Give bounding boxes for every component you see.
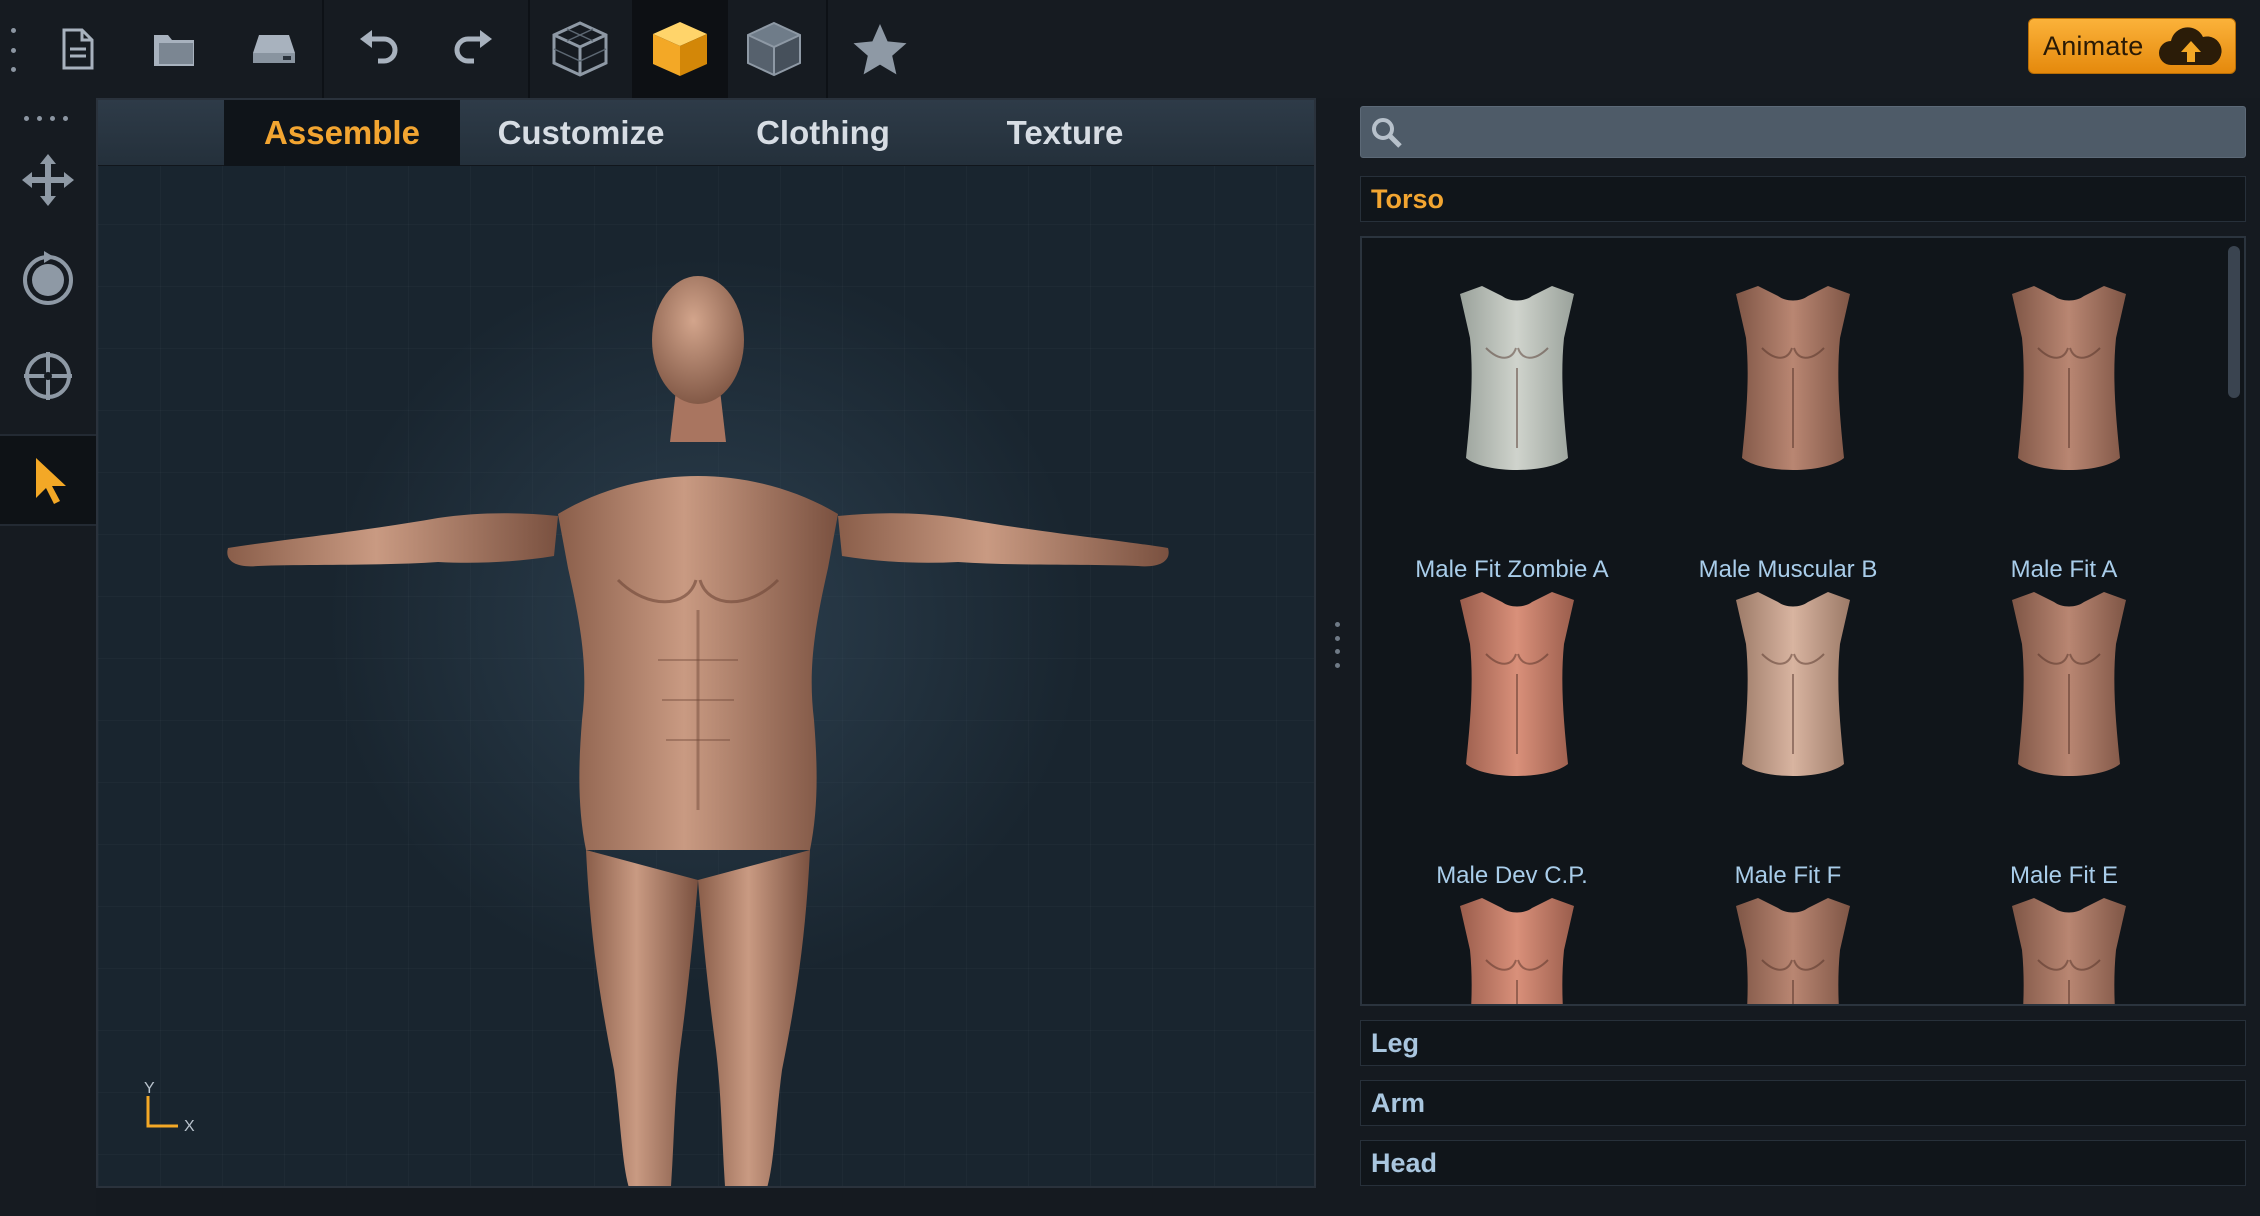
category-head[interactable]: Head: [1360, 1140, 2246, 1186]
toolbar-grip[interactable]: [9, 28, 17, 72]
torso-grid[interactable]: Male Fit Zombie A Male Muscular B Male Fit…: [1360, 236, 2246, 1006]
torso-thumbnail: [1460, 286, 1574, 470]
left-toolbar-grip[interactable]: [24, 116, 68, 122]
cloud-upload-icon: [2157, 27, 2225, 72]
torso-item[interactable]: [1934, 890, 2194, 1004]
shaded-cube-icon[interactable]: [726, 0, 822, 98]
torso-item-label: Male Fit F: [1734, 862, 1842, 889]
rotate-tool-icon[interactable]: [0, 232, 96, 324]
torso-thumbnail: [1460, 898, 1574, 1004]
wireframe-cube-icon[interactable]: [532, 0, 628, 98]
torso-item[interactable]: [1382, 890, 1642, 1004]
torso-thumbnail: [1736, 592, 1850, 776]
target-tool-icon[interactable]: [0, 330, 96, 422]
3d-viewport[interactable]: Assemble Customize Clothing Texture Y X: [96, 98, 1316, 1188]
torso-thumbnail: [2012, 898, 2126, 1004]
torso-item[interactable]: Male Dev C.P.: [1382, 584, 1642, 889]
animate-button-label: Animate: [2043, 30, 2144, 61]
category-arm[interactable]: Arm: [1360, 1080, 2246, 1126]
human-model[interactable]: [218, 250, 1178, 1186]
top-toolbar: Animate: [0, 0, 2260, 98]
new-document-icon[interactable]: [30, 0, 126, 98]
mode-tabs: Assemble Customize Clothing Texture: [98, 100, 1314, 166]
panel-splitter[interactable]: [1333, 622, 1341, 668]
axis-x-label: X: [184, 1118, 195, 1135]
scrollbar[interactable]: [2228, 246, 2240, 398]
category-leg[interactable]: Leg: [1360, 1020, 2246, 1066]
star-icon[interactable]: [832, 0, 928, 98]
torso-thumbnail: [2012, 286, 2126, 470]
animate-button[interactable]: Animate: [2028, 18, 2236, 74]
left-toolbar: [0, 98, 96, 1216]
torso-item[interactable]: [1658, 890, 1918, 1004]
torso-item-label: Male Fit Zombie A: [1415, 556, 1609, 583]
redo-icon[interactable]: [426, 0, 522, 98]
torso-item[interactable]: Male Muscular B: [1658, 278, 1918, 583]
torso-item-label: Male Muscular B: [1698, 556, 1878, 583]
tab-texture[interactable]: Texture: [944, 100, 1186, 166]
category-torso[interactable]: Torso: [1360, 176, 2246, 222]
search-input[interactable]: [1413, 113, 2233, 153]
torso-item[interactable]: Male Fit A: [1934, 278, 2194, 583]
undo-icon[interactable]: [330, 0, 426, 98]
solid-cube-icon[interactable]: [632, 0, 728, 98]
torso-item[interactable]: Male Fit F: [1658, 584, 1918, 889]
torso-item[interactable]: Male Fit E: [1934, 584, 2194, 889]
tab-assemble[interactable]: Assemble: [224, 100, 460, 166]
select-tool-icon[interactable]: [0, 434, 96, 526]
search-bar[interactable]: [1360, 106, 2246, 158]
torso-thumbnail: [2012, 592, 2126, 776]
drive-icon[interactable]: [226, 0, 322, 98]
torso-thumbnail: [1736, 898, 1850, 1004]
move-tool-icon[interactable]: [0, 134, 96, 226]
torso-item-label: Male Fit A: [2010, 556, 2118, 583]
torso-thumbnail: [1460, 592, 1574, 776]
tab-customize[interactable]: Customize: [460, 100, 702, 166]
search-icon: [1371, 117, 1403, 154]
open-folder-icon[interactable]: [126, 0, 222, 98]
torso-item-label: Male Fit E: [2009, 862, 2119, 889]
torso-item[interactable]: Male Fit Zombie A: [1382, 278, 1642, 583]
tab-clothing[interactable]: Clothing: [702, 100, 944, 166]
torso-thumbnail: [1736, 286, 1850, 470]
torso-item-label: Male Dev C.P.: [1436, 862, 1588, 889]
